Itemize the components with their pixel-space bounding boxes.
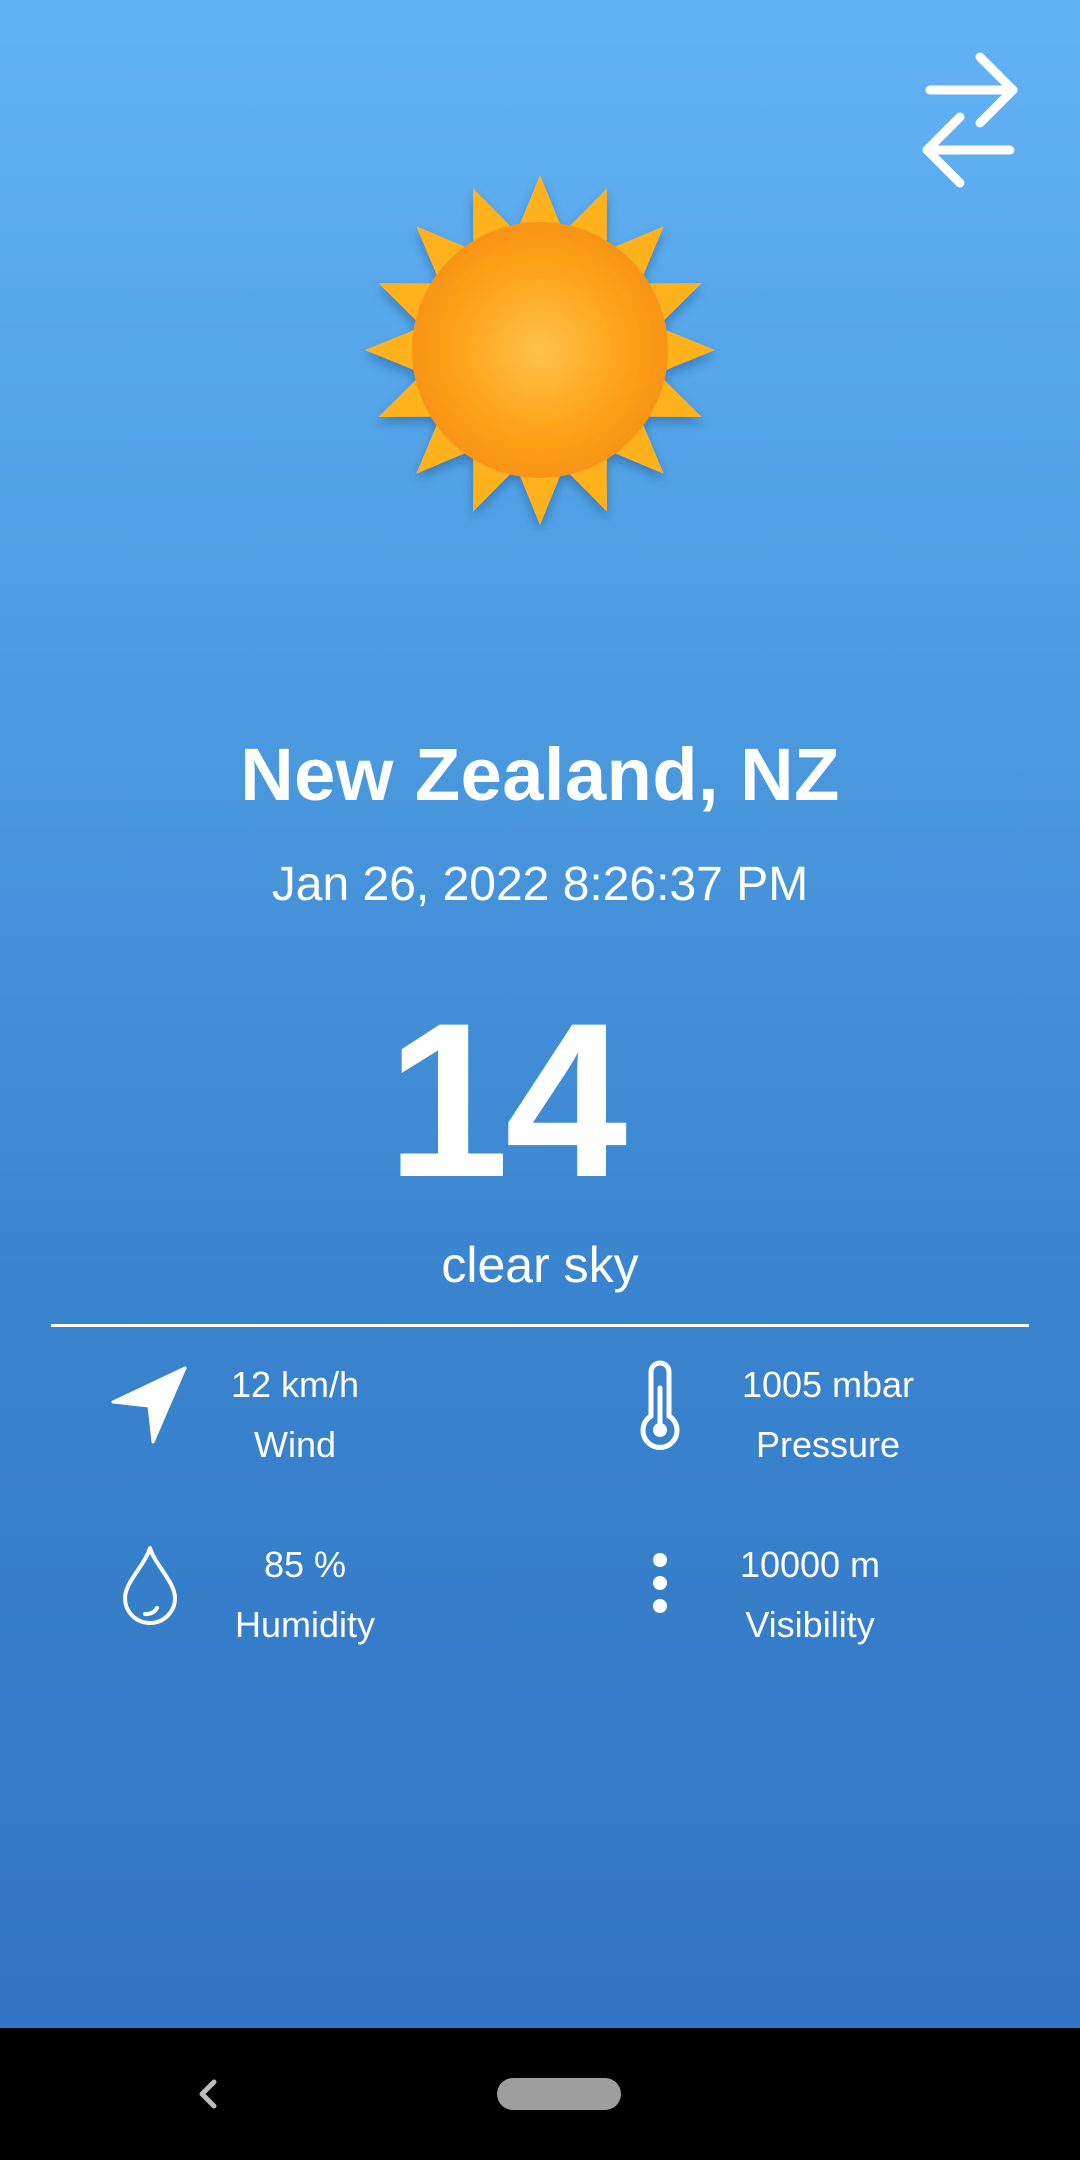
humidity-label: Humidity [234, 1604, 376, 1645]
wind-label: Wind [253, 1424, 337, 1465]
home-pill-icon[interactable] [497, 2078, 621, 2110]
pressure-value: 1005 mbar [741, 1364, 915, 1405]
system-navigation-bar [0, 2028, 1080, 2160]
humidity-value: 85 % [263, 1544, 347, 1585]
divider [51, 1324, 1029, 1327]
weather-screen: New Zealand, NZ Jan 26, 2022 8:26:37 PM … [0, 0, 1080, 2160]
wind-stat: 12 km/h Wind [165, 1355, 425, 1475]
back-chevron-icon[interactable] [180, 2066, 236, 2122]
thermometer-icon [615, 1360, 705, 1450]
visibility-value: 10000 m [739, 1544, 881, 1585]
location-title: New Zealand, NZ [240, 733, 840, 816]
wind-value: 12 km/h [230, 1364, 360, 1405]
visibility-label: Visibility [745, 1604, 875, 1645]
datetime-label: Jan 26, 2022 8:26:37 PM [271, 858, 809, 911]
condition-label: clear sky [441, 1237, 639, 1293]
pressure-label: Pressure [755, 1424, 901, 1465]
pressure-stat: 1005 mbar Pressure [698, 1355, 958, 1475]
swap-arrows-icon[interactable] [905, 40, 1035, 200]
visibility-stat: 10000 m Visibility [680, 1535, 940, 1655]
humidity-stat: 85 % Humidity [175, 1535, 435, 1655]
temperature-value: 14 [386, 977, 628, 1223]
sun-icon [360, 170, 720, 530]
